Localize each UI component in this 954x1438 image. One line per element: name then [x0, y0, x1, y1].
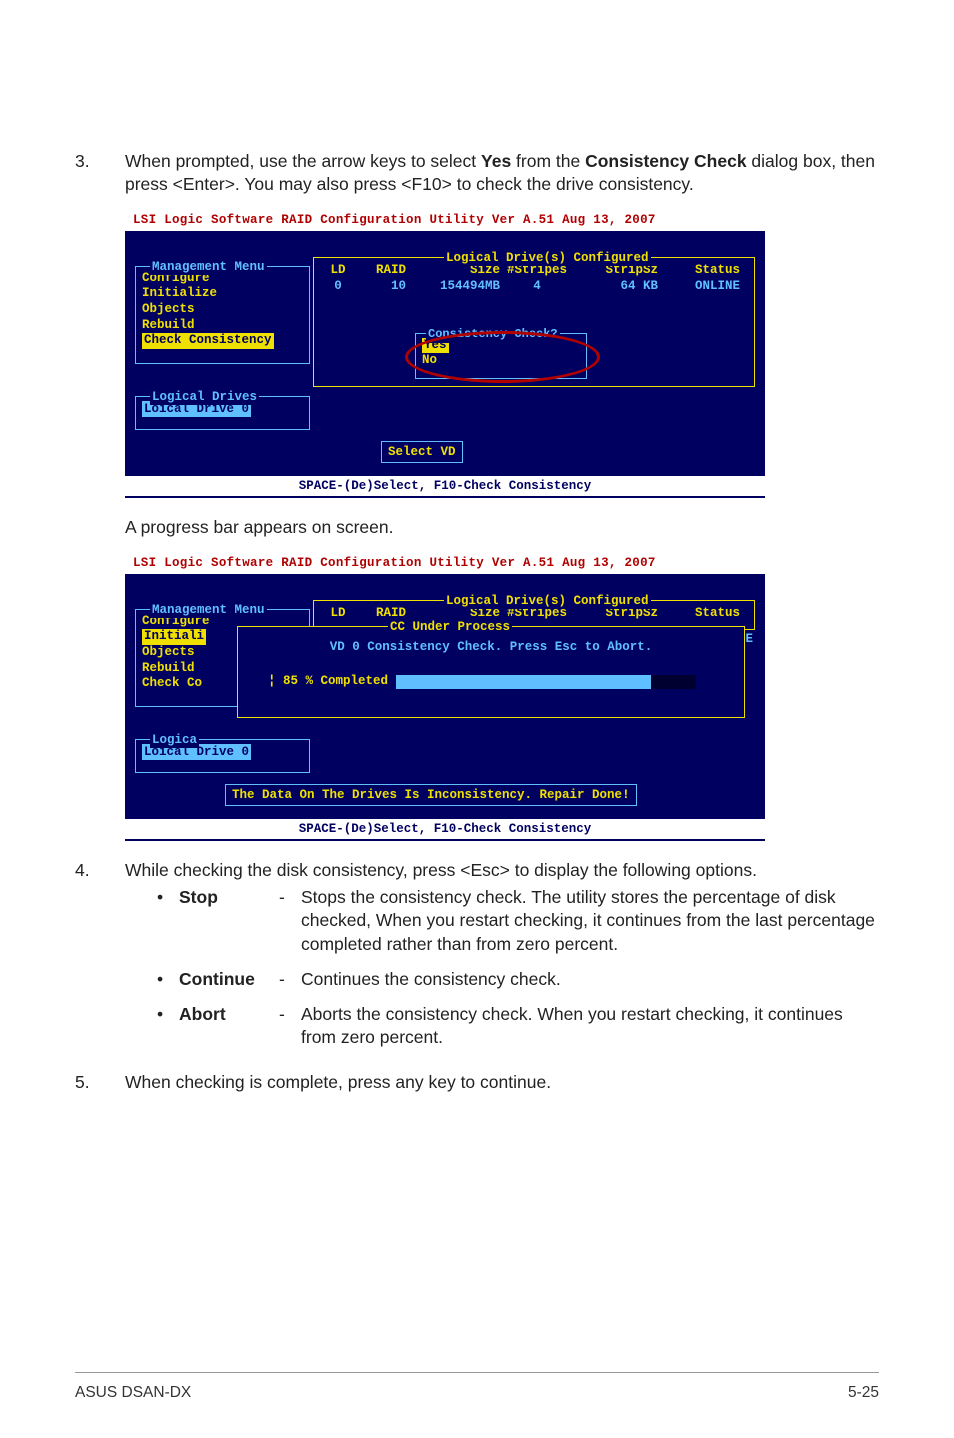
configured-drives-label: Logical Drive(s) Configured: [444, 250, 651, 267]
logical-drives-label: Logical Drives: [150, 389, 259, 406]
menu-item-initialize-cut[interactable]: Initiali: [142, 629, 206, 645]
step-4: 4. While checking the disk consistency, …: [75, 859, 879, 1061]
status-bar: SPACE-(De)Select, F10-Check Consistency: [125, 476, 765, 497]
bullet-dash: -: [279, 886, 301, 955]
management-menu-items: Configure Initialize Objects Rebuild Che…: [136, 267, 309, 353]
step-4-text: While checking the disk consistency, pre…: [125, 859, 879, 882]
cc-abort-text: VD 0 Consistency Check. Press Esc to Abo…: [238, 639, 744, 656]
footer-right: 5-25: [848, 1383, 879, 1403]
red-highlight-oval: [405, 331, 600, 383]
table-row: 0 10 154494MB 4 64 KB ONLINE: [314, 278, 754, 295]
bullet-dot: •: [157, 886, 179, 955]
menu-item-rebuild[interactable]: Rebuild: [142, 318, 303, 334]
bullet-term: Abort: [179, 1003, 279, 1049]
terminal-screenshot-1: LSI Logic Software RAID Configuration Ut…: [125, 210, 765, 498]
col-raid: RAID: [356, 262, 406, 279]
cell-size: 154494MB: [406, 278, 500, 295]
bold-yes: Yes: [481, 151, 511, 171]
text: from the: [511, 151, 585, 171]
logical-drives-box: Logica Loical Drive 0: [135, 739, 310, 773]
cc-under-process-box: CC Under Process VD 0 Consistency Check.…: [237, 626, 745, 718]
step-number: 4.: [75, 859, 125, 1061]
menu-item-check-consistency[interactable]: Check Consistency: [142, 333, 274, 349]
bullet-desc: Continues the consistency check.: [301, 968, 879, 991]
terminal-title: LSI Logic Software RAID Configuration Ut…: [125, 210, 765, 231]
repair-done-message: The Data On The Drives Is Inconsistency.…: [225, 784, 637, 807]
terminal-title: LSI Logic Software RAID Configuration Ut…: [125, 553, 765, 574]
cc-under-process-label: CC Under Process: [388, 619, 512, 636]
bullet-dash: -: [279, 968, 301, 991]
text: When prompted, use the arrow keys to sel…: [125, 151, 481, 171]
step-3: 3. When prompted, use the arrow keys to …: [75, 150, 879, 196]
bullet-continue: • Continue - Continues the consistency c…: [157, 968, 879, 991]
terminal-screenshot-2: LSI Logic Software RAID Configuration Ut…: [125, 553, 765, 841]
col-ld: LD: [320, 605, 356, 622]
select-vd-button[interactable]: Select VD: [381, 441, 463, 464]
progress-bar: [396, 675, 696, 689]
logical-drives-box: Logical Drives Loical Drive 0: [135, 396, 310, 430]
step-number: 3.: [75, 150, 125, 196]
bullet-dash: -: [279, 1003, 301, 1049]
status-bar: SPACE-(De)Select, F10-Check Consistency: [125, 819, 765, 840]
progress-row: ¦ 85 % Completed: [268, 673, 744, 690]
bullet-term: Continue: [179, 968, 279, 991]
bullet-desc: Aborts the consistency check. When you r…: [301, 1003, 879, 1049]
bullet-dot: •: [157, 968, 179, 991]
cell-stripes: 4: [500, 278, 574, 295]
cell-stripsz: 64 KB: [574, 278, 658, 295]
bullet-desc: Stops the consistency check. The utility…: [301, 886, 879, 955]
bold-consistency-check: Consistency Check: [585, 151, 746, 171]
bullet-stop: • Stop - Stops the consistency check. Th…: [157, 886, 879, 955]
progress-label: ¦ 85 % Completed: [268, 673, 388, 690]
cell-raid: 10: [356, 278, 406, 295]
step-number: 5.: [75, 1071, 125, 1094]
menu-item-initialize[interactable]: Initialize: [142, 286, 303, 302]
step-4-body: While checking the disk consistency, pre…: [125, 859, 879, 1061]
menu-item-objects[interactable]: Objects: [142, 302, 303, 318]
col-status: Status: [658, 262, 740, 279]
footer-left: ASUS DSAN-DX: [75, 1383, 191, 1403]
col-ld: LD: [320, 262, 356, 279]
bullet-dot: •: [157, 1003, 179, 1049]
page-footer: ASUS DSAN-DX 5-25: [75, 1372, 879, 1403]
caption-progress-bar: A progress bar appears on screen.: [125, 516, 879, 539]
col-status: Status: [658, 605, 740, 622]
step-5: 5. When checking is complete, press any …: [75, 1071, 879, 1094]
terminal-body: Management Menu Configure Initialize Obj…: [125, 231, 765, 476]
cell-status: ONLINE: [658, 278, 740, 295]
logical-drives-label-cut: Logica: [150, 732, 199, 749]
progress-fill: [396, 675, 651, 689]
bullet-term: Stop: [179, 886, 279, 955]
step-5-text: When checking is complete, press any key…: [125, 1071, 879, 1094]
step-4-bullets: • Stop - Stops the consistency check. Th…: [157, 886, 879, 1049]
configured-drives-label: Logical Drive(s) Configured: [444, 593, 651, 610]
management-menu-label: Management Menu: [150, 259, 267, 276]
terminal-body: Management Menu Configure Initiali Objec…: [125, 574, 765, 819]
step-3-text: When prompted, use the arrow keys to sel…: [125, 150, 879, 196]
management-menu-box: Management Menu Configure Initialize Obj…: [135, 266, 310, 364]
management-menu-label: Management Menu: [150, 602, 267, 619]
cell-ld: 0: [320, 278, 356, 295]
bullet-abort: • Abort - Aborts the consistency check. …: [157, 1003, 879, 1049]
